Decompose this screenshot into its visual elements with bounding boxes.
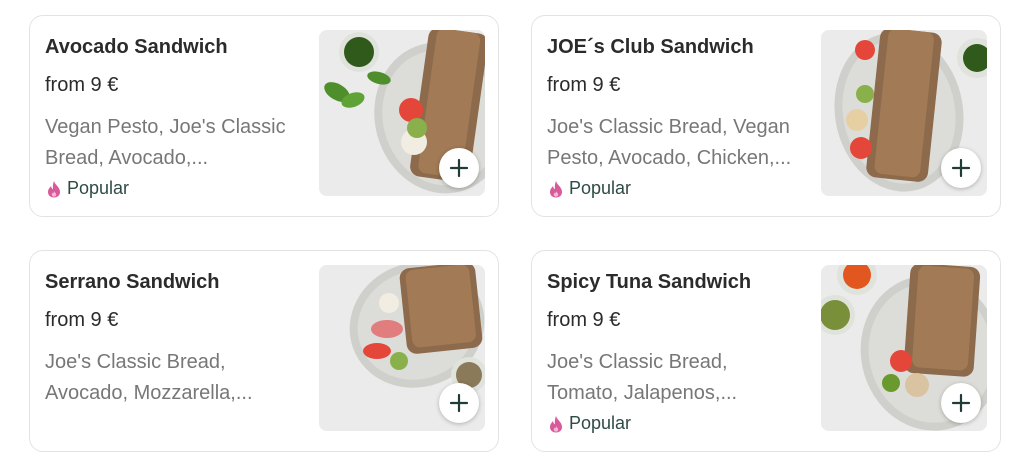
product-description: Vegan Pesto, Joe's Classic Bread, Avocad… [45, 116, 286, 169]
product-name: Spicy Tuna Sandwich [547, 271, 752, 293]
popular-label: Popular [67, 178, 130, 198]
product-card-spicy-tuna-sandwich[interactable]: Spicy Tuna Sandwich from 9 € Joe's Class… [531, 250, 1001, 452]
popular-label: Popular [569, 413, 632, 433]
product-card-serrano-sandwich[interactable]: Serrano Sandwich from 9 € Joe's Classic … [29, 250, 499, 452]
product-name: JOE´s Club Sandwich [547, 36, 754, 58]
popular-badge: Popular [549, 178, 631, 199]
add-to-cart-button[interactable] [439, 383, 479, 423]
product-image [821, 265, 987, 431]
popular-label: Popular [569, 178, 632, 198]
product-description: Joe's Classic Bread, Vegan Pesto, Avocad… [547, 116, 792, 169]
product-image [821, 30, 987, 196]
plus-icon [449, 158, 469, 178]
product-description: Joe's Classic Bread, Tomato, Jalapenos,.… [547, 351, 738, 404]
popular-badge: Popular [47, 178, 129, 199]
flame-icon [48, 180, 60, 197]
product-price: from 9 € [547, 74, 621, 96]
popular-badge: Popular [549, 413, 631, 434]
add-to-cart-button[interactable] [941, 148, 981, 188]
product-description: Joe's Classic Bread, Avocado, Mozzarella… [45, 351, 253, 404]
add-to-cart-button[interactable] [941, 383, 981, 423]
plus-icon [951, 158, 971, 178]
product-price: from 9 € [547, 309, 621, 331]
product-image [319, 30, 485, 196]
product-name: Avocado Sandwich [45, 36, 228, 58]
product-price: from 9 € [45, 309, 119, 331]
product-price: from 9 € [45, 74, 119, 96]
flame-icon [550, 180, 562, 197]
product-card-joes-club-sandwich[interactable]: JOE´s Club Sandwich from 9 € Joe's Class… [531, 15, 1001, 217]
plus-icon [951, 393, 971, 413]
product-card-avocado-sandwich[interactable]: Avocado Sandwich from 9 € Vegan Pesto, J… [29, 15, 499, 217]
plus-icon [449, 393, 469, 413]
product-image [319, 265, 485, 431]
flame-icon [550, 415, 562, 432]
add-to-cart-button[interactable] [439, 148, 479, 188]
product-name: Serrano Sandwich [45, 271, 220, 293]
